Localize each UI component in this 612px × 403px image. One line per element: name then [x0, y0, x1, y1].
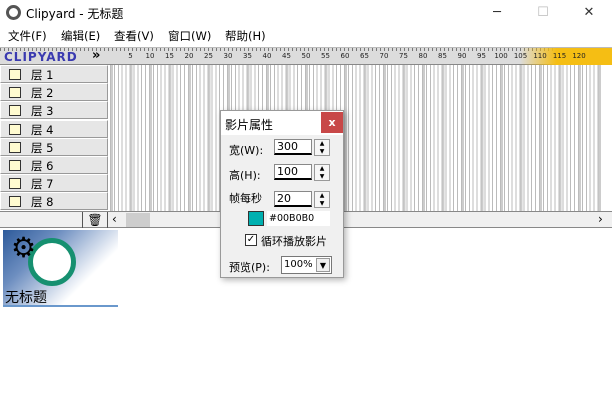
- movie-thumbnail[interactable]: ⚙ 无标题: [3, 230, 118, 307]
- right-edge: [600, 65, 612, 228]
- menu-edit[interactable]: 编辑(E): [61, 28, 100, 44]
- width-stepper[interactable]: ▲ ▼: [314, 139, 330, 156]
- color-picker-button[interactable]: [248, 211, 264, 226]
- horizontal-scrollbar-thumb[interactable]: [126, 213, 150, 227]
- layer-icon: [9, 196, 21, 208]
- ruler-label: 80: [418, 52, 428, 60]
- close-button[interactable]: ✕: [566, 0, 612, 26]
- timeline-grid[interactable]: [110, 65, 600, 211]
- ruler-label: 90: [457, 52, 467, 60]
- layer-row[interactable]: 层 8: [0, 192, 108, 211]
- preview-select[interactable]: 100% ▼: [281, 256, 332, 274]
- movie-name: 无标题: [5, 290, 47, 306]
- layer-row[interactable]: 层 1: [0, 65, 108, 83]
- minimize-button[interactable]: ─: [474, 0, 520, 26]
- dialog-title: 影片属性: [225, 118, 274, 132]
- ruler-label: 50: [301, 52, 311, 60]
- title-bar: Clipyard - 无标题 ─ ☐ ✕: [0, 0, 612, 26]
- gear-icon: ⚙: [11, 231, 37, 264]
- ruler-label: 5: [128, 52, 133, 60]
- chevron-down-icon[interactable]: ▼: [316, 258, 330, 272]
- height-input[interactable]: 100: [274, 164, 312, 180]
- ruler-label: 55: [321, 52, 330, 60]
- layer-row[interactable]: 层 7: [0, 174, 108, 193]
- ruler-label: 35: [243, 52, 252, 60]
- ruler-label: 95: [477, 52, 486, 60]
- layer-row[interactable]: 层 2: [0, 83, 108, 102]
- ruler-label: 75: [399, 52, 408, 60]
- menu-help[interactable]: 帮助(H): [225, 28, 266, 44]
- layer-name: 层 8: [31, 195, 54, 210]
- layer-row[interactable]: 层 3: [0, 101, 108, 120]
- ruler-label: 85: [438, 52, 447, 60]
- menu-bar: 文件(F) 编辑(E) 查看(V) 窗口(W) 帮助(H): [0, 26, 612, 46]
- ruler-label: 110: [533, 52, 547, 60]
- fps-input[interactable]: 20: [274, 191, 312, 207]
- layer-icon: [9, 178, 21, 190]
- ruler-label: 65: [360, 52, 369, 60]
- height-label: 高(H):: [229, 169, 261, 182]
- app-icon: [6, 5, 21, 20]
- menu-view[interactable]: 查看(V): [114, 28, 154, 44]
- ruler-label: 30: [223, 52, 233, 60]
- layer-name: 层 6: [31, 159, 54, 173]
- menu-file[interactable]: 文件(F): [8, 28, 47, 44]
- ruler-label: 10: [145, 52, 155, 60]
- scroll-right-button[interactable]: ›: [598, 212, 603, 227]
- ruler-label: 60: [340, 52, 350, 60]
- ruler-label: 115: [552, 52, 567, 60]
- width-input[interactable]: 300: [274, 139, 312, 155]
- layer-icon: [9, 105, 21, 117]
- ruler-label: 20: [184, 52, 194, 60]
- layer-name: 层 7: [31, 177, 54, 192]
- ruler-label: 100: [494, 52, 508, 60]
- loop-checkbox[interactable]: ✓: [245, 234, 257, 246]
- preview-value: 100%: [284, 259, 313, 270]
- layer-icon: [9, 69, 21, 80]
- dialog-close-button[interactable]: x: [321, 112, 343, 133]
- ruler-label: 40: [262, 52, 272, 60]
- ruler-label: 105: [513, 52, 528, 60]
- ruler-label: 70: [379, 52, 389, 60]
- layer-name: 层 3: [31, 104, 54, 119]
- layer-row[interactable]: 层 6: [0, 156, 108, 174]
- ruler-label: 120: [572, 52, 586, 60]
- maximize-button[interactable]: ☐: [520, 0, 566, 26]
- ruler-label: 45: [282, 52, 291, 60]
- layer-row[interactable]: 层 5: [0, 137, 108, 156]
- height-stepper[interactable]: ▲ ▼: [314, 164, 330, 181]
- ruler-label: 25: [204, 52, 213, 60]
- layer-icon: [9, 87, 21, 99]
- width-label: 宽(W):: [229, 144, 264, 157]
- scroll-left-button[interactable]: ‹: [112, 212, 117, 227]
- layer-icon: [9, 160, 21, 171]
- layer-name: 层 4: [31, 122, 54, 137]
- menu-window[interactable]: 窗口(W): [168, 28, 211, 44]
- layer-name: 层 5: [31, 140, 54, 155]
- loop-label: 循环播放影片: [261, 235, 327, 248]
- dialog-header[interactable]: 影片属性 x: [221, 111, 343, 135]
- color-value[interactable]: #00B0B0: [267, 211, 330, 226]
- layer-icon: [9, 123, 21, 135]
- clipyard-logo: CLIPYARD: [4, 50, 78, 64]
- layer-name: 层 2: [31, 86, 54, 101]
- trash-icon[interactable]: 🗑: [82, 212, 108, 228]
- arrows-icon: »: [92, 48, 101, 63]
- layer-icon: [9, 141, 21, 153]
- window-title: Clipyard - 无标题: [26, 7, 124, 21]
- ruler-label: 15: [165, 52, 174, 60]
- layer-name: 层 1: [31, 68, 54, 82]
- movie-properties-dialog: 影片属性 x 宽(W): 300 ▲ ▼ 高(H): 100 ▲ ▼ 帧每秒 20 …: [220, 110, 344, 278]
- fps-stepper[interactable]: ▲ ▼: [314, 191, 330, 208]
- layer-row[interactable]: 层 4: [0, 119, 108, 138]
- preview-label: 预览(P):: [229, 261, 270, 274]
- selection-underline: [3, 305, 118, 307]
- layer-list: 层 1 层 2 层 3 层 4 层 5 层 6 层 7 层 8: [0, 65, 110, 211]
- timeline-ruler[interactable]: CLIPYARD » 5 10 15 20 25 30 35 40 45 50 55 60 65 70 75…: [0, 47, 612, 65]
- fps-label: 帧每秒: [229, 192, 262, 205]
